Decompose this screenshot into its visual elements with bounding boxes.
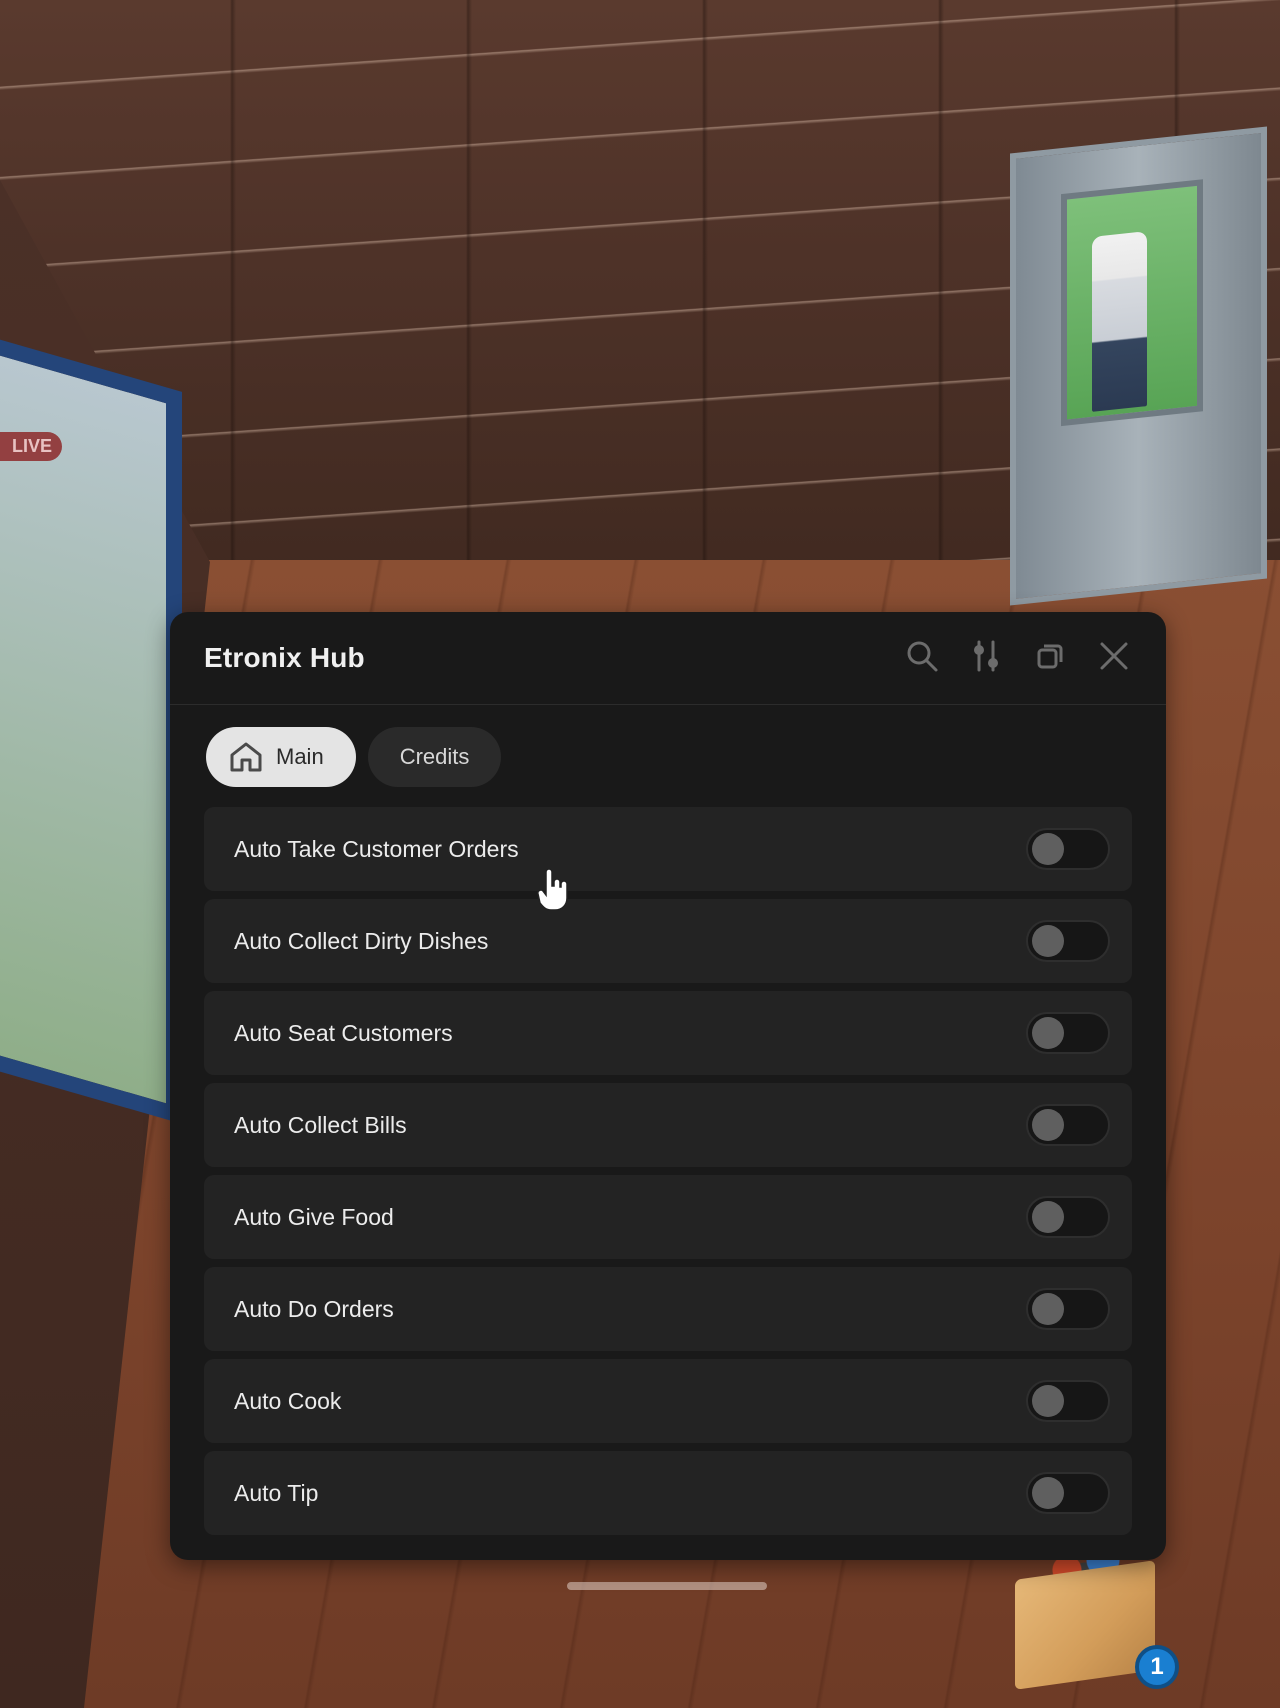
toggle-label: Auto Take Customer Orders xyxy=(234,835,519,862)
toggle-switch[interactable] xyxy=(1026,1380,1110,1422)
tab-main-label: Main xyxy=(276,744,324,769)
toggle-row-auto-seat-customers[interactable]: Auto Seat Customers xyxy=(204,991,1132,1075)
switch-knob xyxy=(1032,925,1064,957)
home-indicator xyxy=(567,1582,767,1590)
hub-toolbar xyxy=(904,640,1132,676)
search-icon xyxy=(905,639,939,678)
toggle-switch[interactable] xyxy=(1026,1012,1110,1054)
tab-credits-label: Credits xyxy=(399,744,470,769)
home-icon xyxy=(228,739,264,775)
switch-knob xyxy=(1032,1477,1064,1509)
tab-credits[interactable]: Credits xyxy=(367,727,502,787)
toggle-row-auto-do-orders[interactable]: Auto Do Orders xyxy=(204,1267,1132,1351)
switch-knob xyxy=(1032,1385,1064,1417)
toggle-label: Auto Give Food xyxy=(234,1203,394,1230)
hub-title: Etronix Hub xyxy=(204,642,365,673)
door-window xyxy=(1061,179,1203,427)
search-button[interactable] xyxy=(904,640,940,676)
switch-knob xyxy=(1032,1201,1064,1233)
toggle-switch[interactable] xyxy=(1026,1288,1110,1330)
toggle-label: Auto Tip xyxy=(234,1479,319,1506)
tab-main[interactable]: Main xyxy=(206,727,356,787)
toggle-row-auto-collect-dirty-dishes[interactable]: Auto Collect Dirty Dishes xyxy=(204,899,1132,983)
etronix-hub-window: Etronix Hub Main Credits Auto Take Custo… xyxy=(170,612,1166,1560)
toggle-row-auto-take-customer-orders[interactable]: Auto Take Customer Orders xyxy=(204,807,1132,891)
chef-npc xyxy=(1092,231,1147,412)
minimize-icon xyxy=(1033,639,1067,678)
switch-knob xyxy=(1032,1293,1064,1325)
hub-tabs: Main Credits xyxy=(170,705,1166,807)
close-icon xyxy=(1097,639,1131,678)
hub-header[interactable]: Etronix Hub xyxy=(170,612,1166,705)
toggle-switch[interactable] xyxy=(1026,920,1110,962)
toggle-label: Auto Do Orders xyxy=(234,1295,394,1322)
minimize-button[interactable] xyxy=(1032,640,1068,676)
toggle-list: Auto Take Customer Orders Auto Collect D… xyxy=(170,807,1166,1535)
crate-box-icon xyxy=(1015,1560,1155,1690)
toggle-switch[interactable] xyxy=(1026,828,1110,870)
toggle-switch[interactable] xyxy=(1026,1196,1110,1238)
toggle-row-auto-collect-bills[interactable]: Auto Collect Bills xyxy=(204,1083,1132,1167)
toggle-label: Auto Seat Customers xyxy=(234,1019,453,1046)
switch-knob xyxy=(1032,1017,1064,1049)
settings-button[interactable] xyxy=(968,640,1004,676)
switch-knob xyxy=(1032,833,1064,865)
toggle-row-auto-tip[interactable]: Auto Tip xyxy=(204,1451,1132,1535)
toggle-switch[interactable] xyxy=(1026,1104,1110,1146)
switch-knob xyxy=(1032,1109,1064,1141)
live-badge: LIVE xyxy=(0,432,63,461)
settings-sliders-icon xyxy=(969,639,1003,678)
close-button[interactable] xyxy=(1096,640,1132,676)
toggle-switch[interactable] xyxy=(1026,1472,1110,1514)
toggle-label: Auto Cook xyxy=(234,1387,342,1414)
toggle-row-auto-give-food[interactable]: Auto Give Food xyxy=(204,1175,1132,1259)
hand-cursor-icon xyxy=(536,868,570,912)
toggle-label: Auto Collect Dirty Dishes xyxy=(234,927,489,954)
toggle-label: Auto Collect Bills xyxy=(234,1111,407,1138)
notification-badge: 1 xyxy=(1135,1645,1179,1689)
toggle-row-auto-cook[interactable]: Auto Cook xyxy=(204,1359,1132,1443)
door xyxy=(1010,126,1267,606)
